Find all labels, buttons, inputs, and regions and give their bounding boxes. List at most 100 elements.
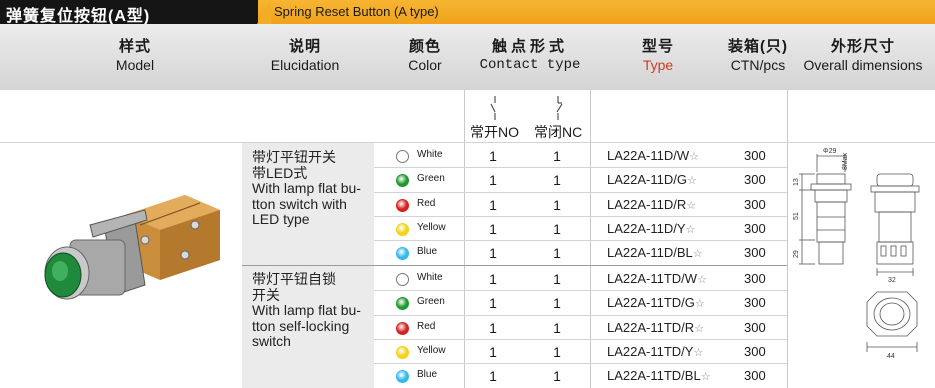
- header-contact-en: Contact type: [479, 57, 581, 73]
- contact-no-count: 1: [489, 245, 497, 262]
- carton-quantity: 300: [744, 172, 766, 188]
- row-divider: [374, 215, 787, 217]
- color-cell: Green: [396, 292, 466, 314]
- red-lamp-icon: [396, 198, 409, 212]
- header-model: 样式 Model: [85, 38, 185, 74]
- model-code: LA22A-11D/W: [607, 148, 690, 163]
- group-1-description: 带灯平钮开关 带LED式 With lamp flat bu- tton swi…: [252, 149, 372, 228]
- model-code: LA22A-11D/BL: [607, 245, 693, 261]
- yellow-lamp-icon: [396, 345, 409, 359]
- header-desc: 说明 Elucidation: [250, 38, 360, 74]
- color-name: White: [417, 149, 443, 160]
- push-button-product-image: [44, 195, 220, 300]
- color-cell: Yellow: [396, 341, 466, 363]
- contact-no-count: 1: [489, 220, 497, 237]
- header-ctn: 装箱(只) CTN/pcs: [718, 38, 798, 74]
- header-color-cn: 颜色: [408, 38, 441, 55]
- star-icon: ☆: [697, 274, 707, 286]
- header-ctn-cn: 装箱(只): [728, 38, 788, 55]
- model-code: LA22A-11TD/BL: [607, 368, 701, 384]
- model-number: LA22A-11TD/G☆: [607, 295, 705, 310]
- contact-no-count: 1: [489, 172, 497, 189]
- desc-line: tton switch with: [252, 195, 347, 212]
- header-type-en: Type: [642, 57, 674, 73]
- contact-no-count: 1: [489, 319, 497, 336]
- model-code: LA22A-11D/R: [607, 196, 687, 212]
- contact-no-count: 1: [489, 148, 497, 164]
- color-name: Red: [417, 197, 436, 209]
- model-number: LA22A-11D/Y☆: [607, 221, 695, 236]
- desc-line: tton self-locking: [252, 317, 350, 334]
- contact-nc-count: 1: [553, 220, 561, 237]
- model-code: LA22A-11TD/R: [607, 319, 695, 335]
- dim-label-44: 44: [887, 353, 895, 360]
- star-icon: ☆: [686, 175, 697, 188]
- desc-line: switch: [252, 333, 291, 349]
- desc-line: 带灯平钮开关: [252, 149, 336, 165]
- header-dim-en: Overall dimensions: [803, 57, 923, 73]
- model-number: LA22A-11TD/BL☆: [607, 368, 711, 383]
- model-number: LA22A-11D/R☆: [607, 197, 696, 212]
- dim-label-29: 29: [793, 250, 800, 258]
- model-number: LA22A-11TD/R☆: [607, 320, 704, 335]
- desc-line: With lamp flat bu-: [252, 302, 361, 318]
- dim-label-d29: Φ29: [823, 148, 836, 155]
- color-cell: White: [396, 268, 466, 290]
- star-icon: ☆: [692, 248, 703, 261]
- dim-label-32: 32: [888, 277, 896, 284]
- color-cell: Blue: [396, 365, 466, 387]
- row-divider: [374, 191, 787, 193]
- dim-label-8max: 8Max: [842, 152, 849, 170]
- overall-dimensions-drawing: Φ29 8Max 13 51 29 32 44: [793, 148, 920, 360]
- star-icon: ☆: [686, 199, 697, 212]
- row-divider: [374, 363, 787, 365]
- banner: 弹簧复位按钮(A型) Spring Reset Button (A type): [0, 0, 935, 25]
- contact-nc-label: 常闭NC: [534, 124, 583, 140]
- contact-nc-count: 1: [553, 319, 561, 336]
- contact-nc-count: 1: [553, 172, 561, 189]
- header-color: 颜色 Color: [385, 38, 465, 74]
- star-icon: ☆: [694, 322, 705, 335]
- group-2-description: 带灯平钮自锁 开关 With lamp flat bu- tton self-l…: [252, 271, 372, 350]
- header-model-en: Model: [115, 57, 155, 73]
- color-name: Green: [417, 173, 445, 185]
- color-name: Green: [417, 296, 445, 308]
- header-desc-en: Elucidation: [270, 57, 340, 73]
- color-name: Blue: [417, 246, 438, 258]
- header-type-cn: 型号: [641, 38, 674, 55]
- color-name: Yellow: [417, 221, 446, 233]
- header-desc-cn: 说明: [288, 38, 321, 55]
- white-lamp-icon: [396, 273, 409, 286]
- model-code: LA22A-11TD/W: [607, 271, 698, 286]
- model-code: LA22A-11TD/G: [607, 295, 695, 311]
- blue-lamp-icon: [396, 370, 409, 384]
- color-cell: Yellow: [396, 218, 466, 240]
- red-lamp-icon: [396, 321, 409, 335]
- dim-label-13: 13: [793, 178, 800, 186]
- model-number: LA22A-11TD/W☆: [607, 271, 707, 286]
- carton-quantity: 300: [744, 295, 766, 311]
- contact-no-count: 1: [489, 368, 497, 385]
- contact-nc-count: 1: [553, 271, 561, 287]
- carton-quantity: 300: [744, 368, 766, 384]
- star-icon: ☆: [700, 371, 711, 384]
- yellow-lamp-icon: [396, 222, 409, 236]
- normally-open-contact-icon: [490, 96, 496, 120]
- carton-quantity: 300: [744, 245, 766, 261]
- desc-line: 开关: [252, 286, 280, 303]
- model-number: LA22A-11D/G☆: [607, 172, 697, 187]
- contact-no-count: 1: [489, 343, 497, 360]
- carton-quantity: 300: [744, 271, 766, 286]
- header-model-cn: 样式: [118, 38, 151, 55]
- contact-nc-count: 1: [553, 295, 561, 312]
- header-contact-cn: 触点形式: [491, 38, 568, 55]
- grid-line: [590, 90, 591, 388]
- header-color-en: Color: [408, 57, 442, 73]
- desc-line: With lamp flat bu-: [252, 180, 361, 196]
- row-divider: [374, 240, 787, 242]
- dim-label-51: 51: [793, 212, 800, 220]
- contact-nc-count: 1: [553, 196, 561, 213]
- model-code: LA22A-11TD/Y: [607, 343, 694, 359]
- desc-line: 带LED式: [252, 164, 308, 181]
- green-lamp-icon: [396, 297, 409, 311]
